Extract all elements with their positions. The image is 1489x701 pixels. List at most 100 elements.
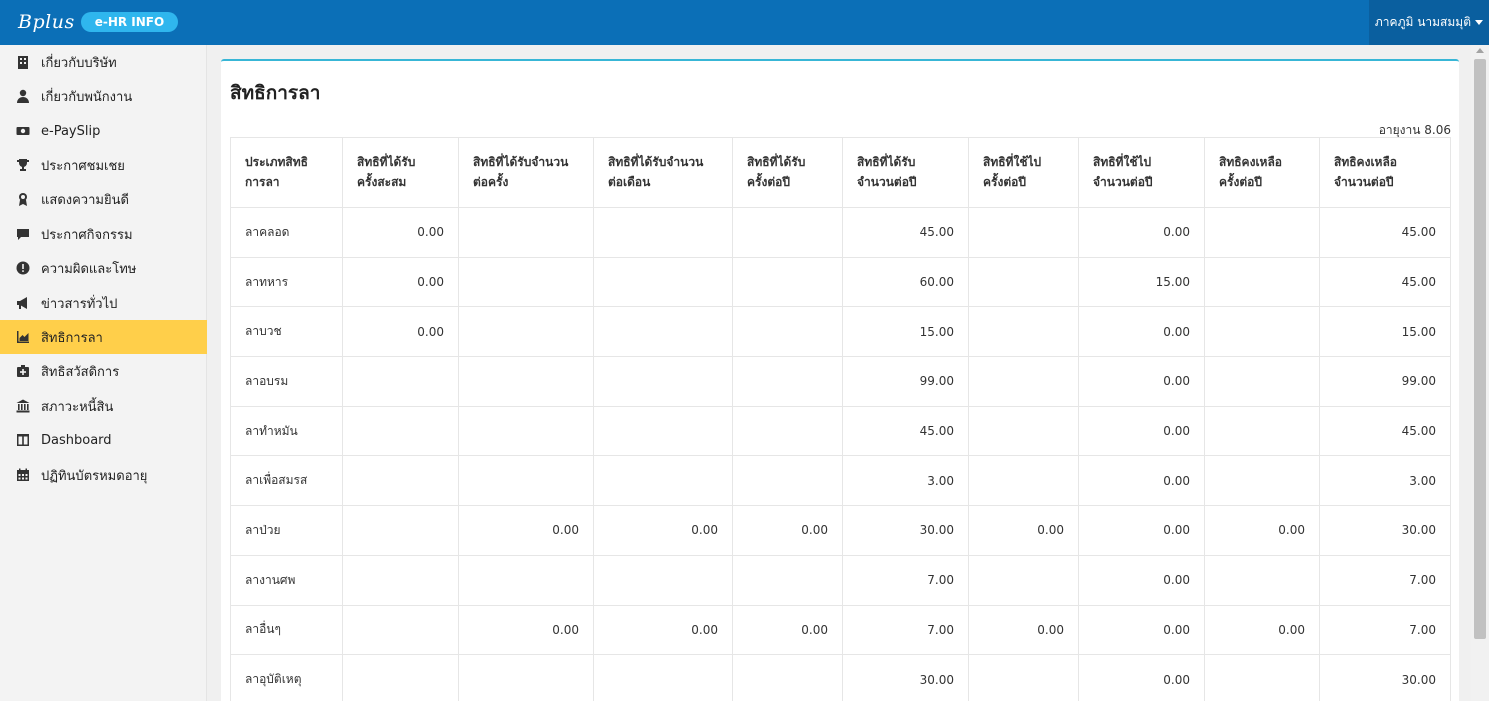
scroll-up-arrow-icon[interactable] — [1476, 48, 1484, 53]
sidebar-item-12[interactable]: Dashboard — [0, 423, 207, 457]
building-icon — [16, 55, 30, 69]
value-cell — [1204, 654, 1320, 701]
value-cell: 0.00 — [1078, 604, 1205, 656]
sidebar-item-11[interactable]: สภาวะหนี้สิน — [0, 389, 207, 423]
value-cell: 0.00 — [1204, 604, 1320, 656]
value-cell: 45.00 — [842, 405, 969, 457]
sidebar-item-9[interactable]: สิทธิการลา — [0, 320, 207, 354]
value-cell: 30.00 — [842, 654, 969, 701]
app-badge: e-HR INFO — [80, 12, 179, 32]
table-row: ลางานศพ 7.00 0.00 7.00 — [230, 554, 1451, 606]
value-cell: 0.00 — [1204, 505, 1320, 556]
table-header-row: ประเภทสิทธิ การลา สิทธิที่ได้รับ ครั้งสะสมส… — [230, 137, 1451, 208]
sidebar-item-label: ข่าวสารทั่วไป — [41, 296, 118, 312]
value-cell: 15.00 — [1319, 306, 1451, 358]
value-cell: 0.00 — [1078, 455, 1205, 507]
bplus-logo: Bplus — [18, 11, 75, 33]
value-cell: 0.00 — [968, 604, 1079, 656]
column-header-line: สิทธิที่ได้รับจำนวน — [473, 155, 569, 169]
sidebar-item-label: เกี่ยวกับพนักงาน — [41, 89, 133, 105]
value-cell: 0.00 — [342, 306, 459, 358]
value-cell: 0.00 — [1078, 554, 1205, 606]
bank-icon — [16, 399, 30, 413]
value-cell: 0.00 — [1078, 356, 1205, 407]
sidebar-item-2[interactable]: เกี่ยวกับพนักงาน — [0, 79, 207, 113]
column-header: สิทธิที่ได้รับจำนวน ต่อครั้ง — [458, 137, 594, 208]
value-cell: 30.00 — [1319, 505, 1451, 556]
sidebar-item-label: สิทธิการลา — [41, 330, 103, 346]
sidebar-item-label: สิทธิสวัสดิการ — [41, 364, 120, 380]
user-menu[interactable]: ภาคภูมิ นามสมมุติ — [1369, 0, 1489, 45]
value-cell: 99.00 — [842, 356, 969, 407]
leave-type-cell: ลาอื่นๆ — [230, 604, 343, 656]
table-row: ลาอุบัติเหตุ 30.00 0.00 30.00 — [230, 654, 1451, 701]
value-cell: 45.00 — [1319, 207, 1451, 258]
value-cell — [968, 405, 1079, 457]
top-navbar: Bplus e-HR INFO ภาคภูมิ นามสมมุติ — [0, 0, 1489, 45]
trophy-icon — [16, 158, 30, 172]
value-cell: 7.00 — [842, 554, 969, 606]
value-cell — [593, 207, 733, 258]
value-cell: 0.00 — [1078, 207, 1205, 258]
column-header-line: ประเภทสิทธิ — [245, 155, 308, 169]
value-cell — [593, 554, 733, 606]
sidebar-item-5[interactable]: แสดงความยินดี — [0, 182, 207, 216]
value-cell — [593, 306, 733, 358]
value-cell — [968, 654, 1079, 701]
value-cell — [968, 207, 1079, 258]
sidebar-item-7[interactable]: ความผิดและโทษ — [0, 251, 207, 285]
sidebar-item-3[interactable]: e-PaySlip — [0, 114, 207, 148]
value-cell: 30.00 — [1319, 654, 1451, 701]
column-header-line: ต่อเดือน — [608, 175, 651, 189]
value-cell: 3.00 — [842, 455, 969, 507]
user-name: ภาคภูมิ นามสมมุติ — [1374, 15, 1471, 29]
column-header: สิทธิที่ใช้ไป จำนวนต่อปี — [1078, 137, 1205, 208]
value-cell — [458, 554, 594, 606]
value-cell — [732, 207, 843, 258]
value-cell — [732, 405, 843, 457]
value-cell: 0.00 — [732, 604, 843, 656]
sidebar-item-6[interactable]: ประกาศกิจกรรม — [0, 217, 207, 251]
value-cell: 0.00 — [1078, 306, 1205, 358]
sidebar-item-13[interactable]: ปฏิทินบัตรหมดอายุ — [0, 458, 207, 492]
table-row: ลาบวช 0.00 15.00 0.00 15.00 — [230, 306, 1451, 358]
value-cell: 99.00 — [1319, 356, 1451, 407]
leave-type-cell: ลาบวช — [230, 306, 343, 358]
sidebar-item-1[interactable]: เกี่ยวกับบริษัท — [0, 45, 207, 79]
column-header: สิทธิที่ได้รับจำนวน ต่อเดือน — [593, 137, 733, 208]
sidebar-item-label: เกี่ยวกับบริษัท — [41, 55, 117, 71]
brand[interactable]: Bplus e-HR INFO — [18, 8, 179, 36]
value-cell — [593, 654, 733, 701]
table-row: ลาเพื่อสมรส 3.00 0.00 3.00 — [230, 455, 1451, 507]
value-cell — [1204, 306, 1320, 358]
value-cell — [1204, 256, 1320, 308]
page-scrollbar[interactable] — [1471, 45, 1489, 701]
sidebar-item-label: แสดงความยินดี — [41, 192, 129, 208]
value-cell — [968, 306, 1079, 358]
column-header-line: สิทธิที่ได้รับ — [357, 155, 416, 169]
calendar-icon — [16, 468, 30, 482]
sidebar-item-10[interactable]: สิทธิสวัสดิการ — [0, 354, 207, 388]
user-icon — [16, 89, 30, 103]
value-cell: 45.00 — [1319, 405, 1451, 457]
column-header-line: ครั้งต่อปี — [983, 175, 1026, 189]
sidebar-item-label: Dashboard — [41, 432, 112, 448]
value-cell: 0.00 — [342, 256, 459, 308]
scroll-thumb[interactable] — [1474, 59, 1486, 639]
main-content: สิทธิการลา อายุงาน 8.06 ประเภทสิทธิ การลา… — [208, 45, 1471, 701]
table-row: ลาทำหมัน 45.00 0.00 45.00 — [230, 405, 1451, 457]
column-header: สิทธิที่ได้รับ ครั้งสะสม — [342, 137, 459, 208]
value-cell — [732, 554, 843, 606]
sidebar-item-4[interactable]: ประกาศชมเชย — [0, 148, 207, 182]
caret-down-icon — [1475, 20, 1483, 25]
value-cell: 0.00 — [1078, 505, 1205, 556]
columns-icon — [16, 433, 30, 447]
value-cell — [732, 455, 843, 507]
page-title: สิทธิการลา — [230, 82, 321, 104]
table-row: ลาป่วย 0.00 0.00 0.00 30.00 0.00 0.00 0.00 30.00 — [230, 505, 1451, 556]
value-cell — [1204, 405, 1320, 457]
value-cell: 0.00 — [732, 505, 843, 556]
leave-type-cell: ลาทำหมัน — [230, 405, 343, 457]
leave-type-cell: ลาคลอด — [230, 207, 343, 258]
sidebar-item-8[interactable]: ข่าวสารทั่วไป — [0, 286, 207, 320]
